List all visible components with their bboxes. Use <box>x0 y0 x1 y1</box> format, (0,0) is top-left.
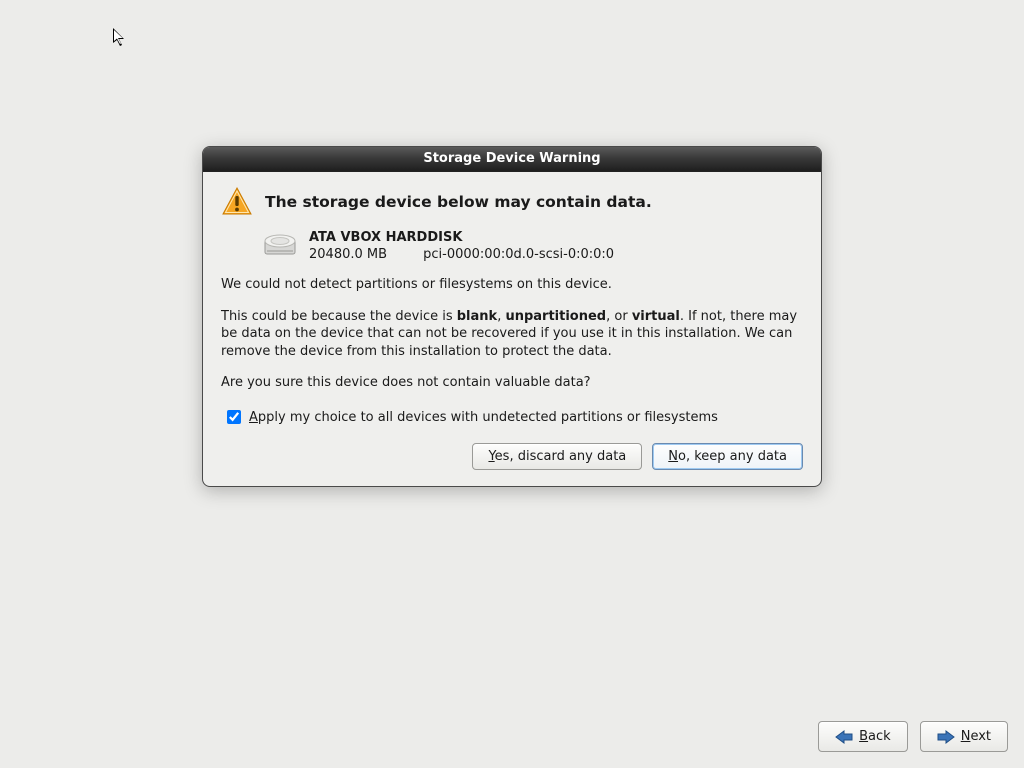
device-details: 20480.0 MB pci-0000:00:0d.0-scsi-0:0:0:0 <box>309 247 614 262</box>
no-keep-button[interactable]: No, keep any data <box>652 443 803 470</box>
warning-text-3: Are you sure this device does not contai… <box>221 374 803 392</box>
wizard-nav: Back Next <box>818 721 1008 752</box>
warning-text-1: We could not detect partitions or filesy… <box>221 276 803 294</box>
storage-warning-dialog: Storage Device Warning The storage devic… <box>202 146 822 487</box>
dialog-headline: The storage device below may contain dat… <box>265 193 652 211</box>
dialog-title: Storage Device Warning <box>203 147 821 172</box>
arrow-right-icon <box>937 730 955 744</box>
apply-all-label[interactable]: Apply my choice to all devices with unde… <box>249 410 718 425</box>
yes-discard-button[interactable]: Yes, discard any data <box>472 443 642 470</box>
device-name: ATA VBOX HARDDISK <box>309 230 614 245</box>
warning-icon <box>221 186 253 218</box>
warning-text-2: This could be because the device is blan… <box>221 308 803 361</box>
next-button[interactable]: Next <box>920 721 1008 752</box>
mouse-cursor <box>113 28 127 52</box>
apply-all-checkbox[interactable] <box>227 410 241 424</box>
harddisk-icon <box>263 232 297 258</box>
arrow-left-icon <box>835 730 853 744</box>
back-button[interactable]: Back <box>818 721 908 752</box>
